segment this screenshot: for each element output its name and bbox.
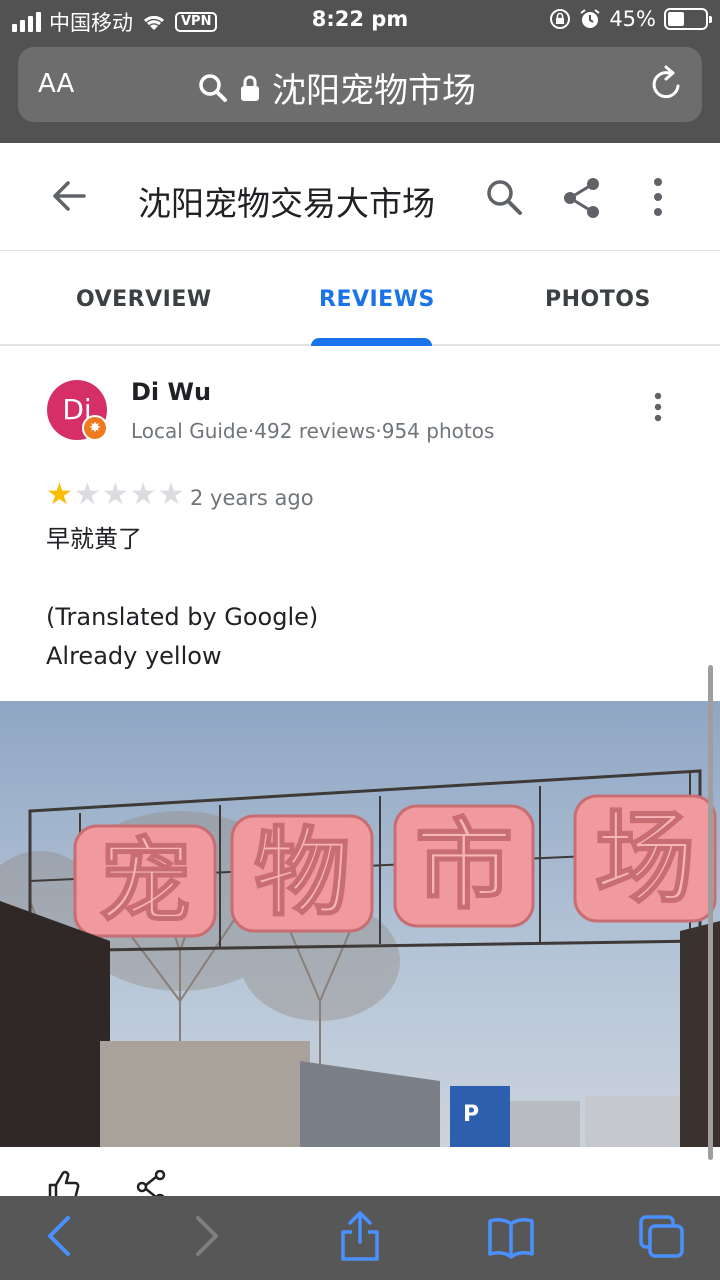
review-text: 早就黄了 (Translated by Google) Already yell… <box>46 520 318 676</box>
translated-label: (Translated by Google) <box>46 603 319 631</box>
battery-fill <box>668 12 685 26</box>
star-empty-icon: ★ <box>101 477 129 512</box>
url-text: 沈阳宠物市场 <box>272 71 476 111</box>
place-title: 沈阳宠物交易大市场 <box>138 184 435 223</box>
review-photo-image: 宠 物 市 场 P <box>0 701 720 1147</box>
tabs-icon[interactable] <box>638 1214 686 1260</box>
review-actions <box>46 1170 166 1196</box>
browser-toolbar <box>0 1196 720 1280</box>
status-bar: 中国移动 VPN 8:22 pm 45% <box>0 0 720 40</box>
share-icon[interactable] <box>562 177 602 219</box>
back-arrow-icon[interactable] <box>48 175 90 217</box>
text-size-button[interactable]: AA <box>38 69 74 99</box>
search-icon[interactable] <box>484 177 524 217</box>
sign-char-4: 场 <box>595 800 695 917</box>
browser-chrome: 中国移动 VPN 8:22 pm 45% AA 沈阳宠物市场 <box>0 0 720 143</box>
scrollbar[interactable] <box>708 665 713 1160</box>
bookmarks-icon[interactable] <box>487 1216 535 1260</box>
lock-icon <box>241 75 259 101</box>
thumbs-up-icon[interactable] <box>46 1170 80 1196</box>
back-icon[interactable] <box>44 1214 74 1258</box>
star-empty-icon: ★ <box>129 477 157 512</box>
sign-char-1: 宠 <box>99 828 191 935</box>
text-size-label: AA <box>38 69 75 99</box>
local-guide-badge-icon: ✸ <box>82 415 108 441</box>
star-filled-icon: ★ <box>46 477 73 512</box>
parking-sign-letter: P <box>463 1102 479 1127</box>
search-icon <box>199 73 227 102</box>
sign-char-2: 物 <box>254 817 350 929</box>
tab-bar: OVERVIEW REVIEWS PHOTOS <box>0 252 720 346</box>
reload-icon[interactable] <box>648 65 684 103</box>
sign-char-3: 市 <box>415 809 513 923</box>
review-translated-text: Already yellow <box>46 642 222 670</box>
tab-photos[interactable]: PHOTOS <box>545 287 651 312</box>
review-photo[interactable]: 宠 物 市 场 P <box>0 701 720 1147</box>
star-empty-icon: ★ <box>73 477 101 512</box>
tab-overview[interactable]: OVERVIEW <box>76 287 212 312</box>
review-card: Di ✸ Di Wu Local Guide·492 reviews·954 p… <box>0 348 720 1196</box>
share-icon[interactable] <box>136 1170 166 1196</box>
alarm-icon <box>580 9 600 28</box>
url-display[interactable]: 沈阳宠物市场 <box>198 63 476 112</box>
active-tab-indicator <box>311 338 432 346</box>
star-empty-icon: ★ <box>157 477 185 512</box>
star-rating: ★ ★ ★ ★ ★ <box>46 480 185 510</box>
place-app-bar: 沈阳宠物交易大市场 <box>0 143 720 251</box>
review-time: 2 years ago <box>190 486 314 510</box>
status-right: 45% <box>549 7 712 31</box>
more-vert-icon[interactable] <box>650 175 666 219</box>
orientation-lock-icon <box>550 9 571 29</box>
review-more-icon[interactable] <box>650 392 666 422</box>
review-author[interactable]: Di Wu <box>131 378 211 406</box>
forward-icon[interactable] <box>192 1214 222 1258</box>
battery-percent: 45% <box>609 7 656 31</box>
review-original-text: 早就黄了 <box>46 525 142 553</box>
url-bar[interactable]: AA 沈阳宠物市场 <box>18 47 702 122</box>
battery-icon <box>664 8 712 30</box>
author-meta: Local Guide·492 reviews·954 photos <box>131 419 495 443</box>
tab-reviews[interactable]: REVIEWS <box>319 287 435 312</box>
share-icon[interactable] <box>338 1210 382 1262</box>
